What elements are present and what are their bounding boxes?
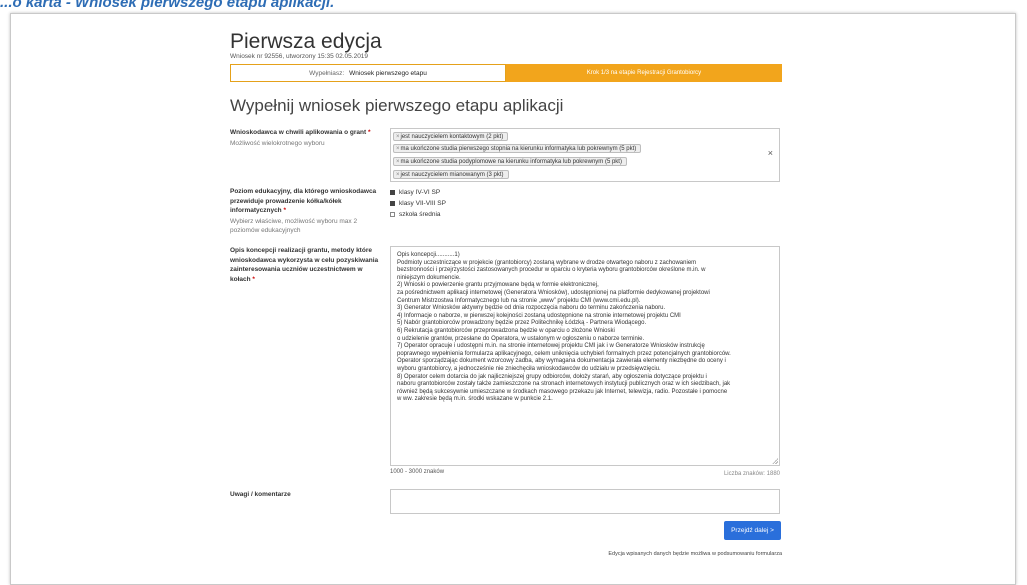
grant-criteria-hint: Możliwość wielokrotnego wyboru [230,139,325,147]
tag-remove-icon[interactable]: × [396,159,400,165]
text-line: 7) Operator opracuje i udostępni m.in. n… [397,343,705,350]
text-line: Opis koncepcji...........1) [397,252,460,258]
next-button[interactable]: Przejdź dalej > [724,521,781,540]
checkbox-label: klasy IV-VI SP [399,189,441,196]
checkbox-option-vii-viii[interactable]: klasy VII-VIII SP [390,198,446,209]
step-current-value: Wniosek pierwszego etapu [349,69,427,77]
text-line: za pośrednictwem aplikacji internetowej … [397,289,710,296]
text-line: w ww. zakresie będą m.in. środki wskazan… [397,396,553,403]
step-current: Wypełniasz: Wniosek pierwszego etapu [230,64,506,82]
text-line: Podmioty uczestniczące w projekcie (gran… [397,259,697,266]
checkbox-option-iv-vi[interactable]: klasy IV-VI SP [390,187,446,198]
required-marker: * [367,129,371,136]
text-line: 2) Wnioski o powierzenie grantu przyjmow… [397,282,599,289]
tag-remove-icon[interactable]: × [396,146,400,152]
selected-tag[interactable]: ×ma ukończone studia pierwszego stopnia … [393,144,642,153]
tag-label: jest nauczycielem mianowanym (3 pkt) [400,172,504,178]
checkbox-unchecked[interactable] [390,212,395,217]
step-progress: Krok 1/3 na etapie Rejestracji Grantobio… [506,64,782,82]
text-line: wyboru grantobiorcy, a jednocześnie nie … [397,365,661,372]
text-line: 8) Operator celem dotarcia do jak najlic… [397,373,707,380]
tag-label: ma ukończone studia podyplomowe na kieru… [400,159,622,165]
text-line: Centrum Mistrzostwa Informatycznego lub … [397,297,641,304]
comments-label: Uwagi / komentarze [230,491,291,498]
grant-criteria-multiselect[interactable]: ×jest nauczycielem kontaktowym (2 pkt) ×… [390,128,780,182]
char-limit-hint: 1000 - 3000 znaków [390,469,445,475]
step-bar: Wypełniasz: Wniosek pierwszego etapu Kro… [230,64,782,82]
text-line: niniejszym dokumencie. [397,274,461,281]
education-level-options: klasy IV-VI SP klasy VII-VIII SP szkoła … [390,187,446,220]
text-line: o udzielenie grantów, przesłane do Opera… [397,335,645,342]
text-line: naboru grantobiorców zostały także zamie… [397,381,731,388]
concept-description-label: Opis koncepcji realizacji grantu, metody… [230,246,380,284]
text-line: 3) Generator Wniosków aktywny będzie od … [397,305,666,312]
concept-description-textarea[interactable]: Opis koncepcji...........1) Podmioty ucz… [390,246,780,466]
edit-note: Edycja wpisanych danych będzie możliwa w… [608,551,782,557]
checkbox-label: szkoła średnia [399,211,441,218]
text-line: 6) Rekrutacja grantobiorców przeprowadzo… [397,327,615,334]
text-line: 5) Nabór grantobiorców prowadzony będzie… [397,320,647,327]
step-current-label: Wypełniasz: [309,69,345,77]
text-line: bezstronności i przejrzystości zastosowa… [397,267,706,274]
required-marker: * [283,207,286,214]
text-line: Operator sporządzając dokument wzorcowy … [397,358,726,365]
tag-label: ma ukończone studia pierwszego stopnia n… [400,146,637,152]
char-count: Liczba znaków: 1880 [723,471,780,477]
tag-label: jest nauczycielem kontaktowym (2 pkt) [400,134,504,140]
application-subtitle: Wniosek nr 92556, utworzony 15:35 02.05.… [230,53,369,60]
comments-textarea[interactable] [390,489,780,514]
selected-tag[interactable]: ×jest nauczycielem mianowanym (3 pkt) [393,170,509,179]
checkbox-option-secondary[interactable]: szkoła średnia [390,209,446,220]
selected-tag[interactable]: ×ma ukończone studia podyplomowe na kier… [393,157,627,166]
text-line: również będą sukcesywnie umieszczane w ś… [397,388,728,395]
education-level-hint: Wybierz właściwe, możliwość wyboru max 2… [230,217,358,235]
checkbox-checked[interactable] [390,201,395,206]
clear-selection-icon[interactable]: × [768,148,773,158]
education-level-label: Poziom edukacyjny, dla którego wnioskoda… [230,187,380,236]
required-marker: * [252,275,255,283]
grant-criteria-label-text: Wnioskodawca w chwili aplikowania o gran… [230,129,367,136]
tag-remove-icon[interactable]: × [396,172,400,178]
selected-tag[interactable]: ×jest nauczycielem kontaktowym (2 pkt) [393,132,509,141]
page-title: Pierwsza edycja [230,30,382,53]
checkbox-checked[interactable] [390,190,395,195]
tag-remove-icon[interactable]: × [396,134,400,140]
text-line: poprawnego wypełnienia formularza aplika… [397,350,731,357]
document-caption: ...o karta - Wniosek pierwszego etapu ap… [0,0,335,11]
text-line: 4) Informacje o naborze, w pierwszej kol… [397,312,681,319]
resize-handle-icon[interactable] [772,458,778,464]
form-heading: Wypełnij wniosek pierwszego etapu aplika… [230,96,564,115]
checkbox-label: klasy VII-VIII SP [399,200,446,207]
education-level-label-text: Poziom edukacyjny, dla którego wnioskoda… [230,188,377,214]
grant-criteria-label: Wnioskodawca w chwili aplikowania o gran… [230,128,380,148]
